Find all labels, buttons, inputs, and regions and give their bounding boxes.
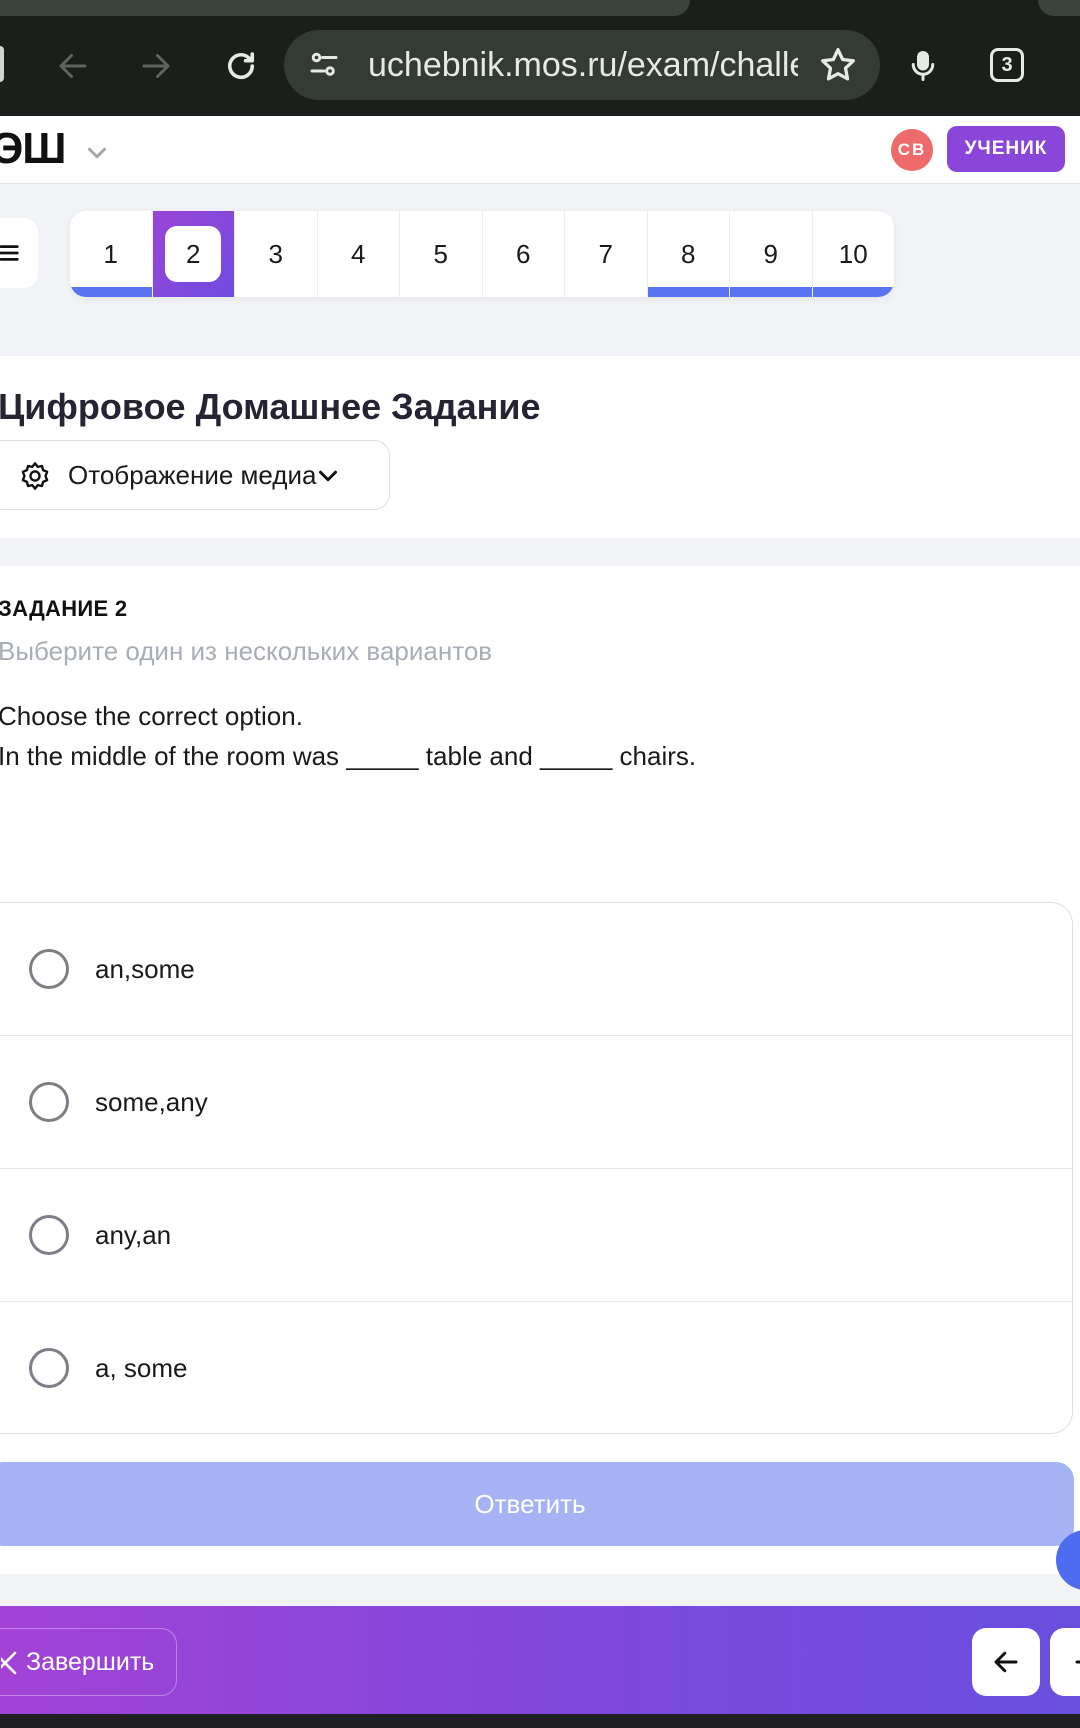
radio-button[interactable] <box>29 949 69 989</box>
task-text: Choose the correct option. In the middle… <box>0 696 696 776</box>
question-status-bar <box>812 287 894 297</box>
page-title: Цифровое Домашнее Задание <box>0 386 541 427</box>
forward-arrow-icon[interactable] <box>130 40 182 92</box>
previous-question-button[interactable] <box>972 1628 1040 1696</box>
task-card: ЗАДАНИЕ 2 Выберите один из нескольких ва… <box>0 566 1080 1574</box>
question-status-bar <box>400 287 482 297</box>
question-status-bar <box>647 287 729 297</box>
home-button-edge[interactable] <box>0 46 4 82</box>
arrow-right-icon <box>1075 1660 1080 1664</box>
chevron-down-icon[interactable] <box>82 138 112 168</box>
question-number: 5 <box>433 238 448 269</box>
question-status-bar <box>730 287 812 297</box>
question-status-bar <box>565 287 647 297</box>
gear-icon <box>21 462 49 490</box>
question-status-bar <box>235 287 317 297</box>
question-number: 8 <box>681 238 696 269</box>
question-number: 3 <box>268 238 283 269</box>
question-nav-item-4[interactable]: 4 <box>318 211 400 297</box>
hamburger-menu-icon <box>0 245 19 261</box>
question-nav-item-8[interactable]: 8 <box>647 211 730 297</box>
option-label: some,any <box>95 1087 208 1117</box>
tab-strip-right <box>1038 0 1080 16</box>
radio-button[interactable] <box>29 1348 69 1388</box>
menu-button[interactable] <box>0 218 38 288</box>
question-status-bar <box>483 287 565 297</box>
browser-toolbar: uchebnik.mos.ru/exam/challe 3 <box>0 0 1080 116</box>
submit-answer-button[interactable]: Ответить <box>0 1462 1074 1546</box>
question-navigation: 1 2 3 4 5 6 7 8 9 10 <box>70 211 894 297</box>
logo[interactable]: ЭШ <box>0 124 67 174</box>
question-nav-item-5[interactable]: 5 <box>400 211 483 297</box>
option-label: an,some <box>95 954 195 984</box>
question-nav-item-10[interactable]: 10 <box>812 211 894 297</box>
title-card: Цифровое Домашнее Задание Отображение ме… <box>0 356 1080 538</box>
close-icon <box>1 1651 17 1675</box>
tabs-icon[interactable]: 3 <box>990 48 1024 82</box>
question-nav-item-1[interactable]: 1 <box>70 211 153 297</box>
task-instruction: Choose the correct option. <box>0 701 303 731</box>
role-badge[interactable]: УЧЕНИК <box>947 126 1065 172</box>
question-number: 6 <box>516 238 531 269</box>
question-number: 7 <box>598 238 613 269</box>
finish-button[interactable]: Завершить <box>0 1628 177 1696</box>
answer-options: an,some some,any any,an a, some <box>0 902 1073 1434</box>
question-status-bar <box>70 287 152 297</box>
question-number: 4 <box>351 238 366 269</box>
bottom-bar: Завершить <box>0 1606 1080 1714</box>
radio-button[interactable] <box>29 1215 69 1255</box>
answer-option[interactable]: any,an <box>0 1169 1072 1302</box>
url-text[interactable]: uchebnik.mos.ru/exam/challe <box>368 30 798 100</box>
answer-option[interactable]: an,some <box>0 903 1072 1036</box>
avatar[interactable]: СВ <box>891 129 933 171</box>
system-nav-strip <box>0 1714 1080 1728</box>
answer-option[interactable]: some,any <box>0 1036 1072 1169</box>
option-label: any,an <box>95 1220 172 1250</box>
reload-icon[interactable] <box>215 40 267 92</box>
radio-button[interactable] <box>29 1082 69 1122</box>
media-display-label: Отображение медиа <box>68 460 317 490</box>
microphone-icon[interactable] <box>897 40 949 92</box>
option-label: a, some <box>95 1353 188 1383</box>
question-nav-item-9[interactable]: 9 <box>730 211 813 297</box>
task-sentence: In the middle of the room was _____ tabl… <box>0 741 697 771</box>
site-settings-icon[interactable] <box>306 47 342 83</box>
next-question-button[interactable] <box>1050 1628 1080 1696</box>
question-status-bar <box>153 287 235 297</box>
arrow-left-icon <box>994 1651 1018 1673</box>
question-nav-item-7[interactable]: 7 <box>565 211 648 297</box>
question-number: 2 <box>165 226 222 282</box>
question-number: 9 <box>763 238 778 269</box>
question-nav-item-6[interactable]: 6 <box>483 211 565 297</box>
question-number: 10 <box>838 238 868 269</box>
task-label: ЗАДАНИЕ 2 <box>0 596 128 621</box>
question-nav-item-3[interactable]: 3 <box>235 211 318 297</box>
star-icon[interactable] <box>818 45 858 85</box>
chevron-down-icon <box>319 470 337 482</box>
media-display-dropdown[interactable]: Отображение медиа <box>0 440 390 510</box>
app-header: ЭШ СВ УЧЕНИК <box>0 116 1080 184</box>
address-bar[interactable]: uchebnik.mos.ru/exam/challe <box>284 30 880 100</box>
task-hint: Выберите один из нескольких вариантов <box>0 636 493 666</box>
tab-strip <box>0 0 690 16</box>
question-nav-item-2[interactable]: 2 <box>152 211 235 297</box>
back-arrow-icon[interactable] <box>47 40 99 92</box>
question-status-bar <box>318 287 400 297</box>
answer-option[interactable]: a, some <box>0 1302 1072 1433</box>
question-number: 1 <box>103 238 118 269</box>
finish-label: Завершить <box>26 1648 155 1676</box>
